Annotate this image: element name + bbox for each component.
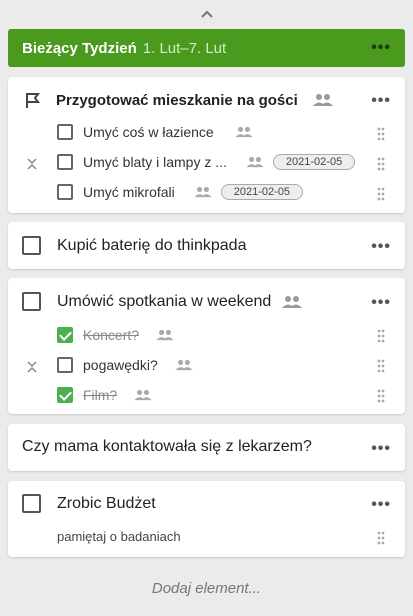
- subtask-row: Umyć blaty i lampy z ... 2021-02-05: [57, 154, 356, 170]
- task-header: Przygotować mieszkanie na gości: [24, 91, 334, 109]
- task-card[interactable]: Czy mama kontaktowała się z lekarzem? ••…: [8, 424, 405, 471]
- people-icon[interactable]: [155, 329, 175, 341]
- week-menu-button[interactable]: •••: [371, 40, 391, 56]
- people-icon[interactable]: [281, 295, 303, 309]
- task-card[interactable]: Zrobic Budżet ••• pamiętaj o badaniach: [8, 481, 405, 557]
- week-range: 1. Lut–7. Lut: [142, 39, 227, 57]
- subtask-checkbox[interactable]: [57, 184, 73, 200]
- subtask-label[interactable]: Koncert?: [83, 327, 139, 343]
- drag-handle-icon[interactable]: [377, 187, 385, 201]
- subtask-row: pogawędki?: [57, 357, 194, 373]
- task-card[interactable]: Przygotować mieszkanie na gości ••• Umyć…: [8, 77, 405, 213]
- task-header: Umówić spotkania w weekend: [22, 292, 303, 311]
- task-checkbox[interactable]: [22, 494, 41, 513]
- drag-handle-icon[interactable]: [377, 127, 385, 141]
- task-card[interactable]: Umówić spotkania w weekend ••• Koncert? …: [8, 278, 405, 414]
- subtask-label[interactable]: Film?: [83, 387, 117, 403]
- add-item-button[interactable]: Dodaj element...: [0, 580, 413, 597]
- subtask-checkbox[interactable]: [57, 357, 73, 373]
- people-icon[interactable]: [245, 156, 265, 168]
- task-header: Zrobic Budżet: [22, 494, 156, 513]
- subtask-checkbox[interactable]: [57, 124, 73, 140]
- subtask-checkbox[interactable]: [57, 154, 73, 170]
- task-title[interactable]: Kupić baterię do thinkpada: [57, 237, 246, 255]
- subtask-label[interactable]: pogawędki?: [83, 357, 158, 373]
- task-card[interactable]: Kupić baterię do thinkpada •••: [8, 222, 405, 269]
- task-title[interactable]: Czy mama kontaktowała się z lekarzem?: [22, 438, 312, 456]
- subtask-checkbox[interactable]: [57, 327, 73, 343]
- task-title[interactable]: Przygotować mieszkanie na gości: [56, 92, 298, 109]
- due-date-badge[interactable]: 2021-02-05: [272, 154, 356, 170]
- drag-handle-icon[interactable]: [377, 329, 385, 343]
- subtask-label[interactable]: Umyć coś w łazience: [83, 124, 214, 140]
- subtask-checkbox[interactable]: [57, 387, 73, 403]
- drag-handle-icon[interactable]: [377, 359, 385, 373]
- task-menu-button[interactable]: •••: [371, 295, 391, 311]
- subtask-row: Umyć mikrofali 2021-02-05: [57, 184, 304, 200]
- people-icon[interactable]: [133, 389, 153, 401]
- task-checkbox[interactable]: [22, 236, 41, 255]
- collapse-icon[interactable]: [26, 157, 38, 173]
- collapse-all-button[interactable]: [0, 6, 413, 22]
- task-menu-button[interactable]: •••: [371, 93, 391, 109]
- subtask-label[interactable]: Umyć mikrofali: [83, 184, 175, 200]
- task-note[interactable]: pamiętaj o badaniach: [57, 529, 181, 544]
- collapse-icon[interactable]: [26, 360, 38, 376]
- task-menu-button[interactable]: •••: [371, 441, 391, 457]
- people-icon[interactable]: [312, 93, 334, 107]
- flag-icon[interactable]: [24, 91, 42, 109]
- drag-handle-icon[interactable]: [377, 531, 385, 545]
- subtask-row: Umyć coś w łazience: [57, 124, 254, 140]
- subtask-row: Film?: [57, 387, 153, 403]
- subtask-label[interactable]: Umyć blaty i lampy z ...: [83, 154, 227, 170]
- task-title[interactable]: Zrobic Budżet: [57, 495, 156, 513]
- task-header: Czy mama kontaktowała się z lekarzem?: [22, 438, 312, 456]
- chevron-up-icon: [200, 10, 213, 18]
- task-menu-button[interactable]: •••: [371, 239, 391, 255]
- people-icon[interactable]: [234, 126, 254, 138]
- people-icon[interactable]: [174, 359, 194, 371]
- subtask-row: Koncert?: [57, 327, 175, 343]
- task-title[interactable]: Umówić spotkania w weekend: [57, 293, 271, 311]
- drag-handle-icon[interactable]: [377, 389, 385, 403]
- week-header[interactable]: Bieżący Tydzień 1. Lut–7. Lut •••: [8, 29, 405, 67]
- drag-handle-icon[interactable]: [377, 157, 385, 171]
- people-icon[interactable]: [193, 186, 213, 198]
- task-checkbox[interactable]: [22, 292, 41, 311]
- week-title: Bieżący Tydzień: [22, 39, 137, 57]
- task-header: Kupić baterię do thinkpada: [22, 236, 246, 255]
- task-menu-button[interactable]: •••: [371, 497, 391, 513]
- due-date-badge[interactable]: 2021-02-05: [220, 184, 304, 200]
